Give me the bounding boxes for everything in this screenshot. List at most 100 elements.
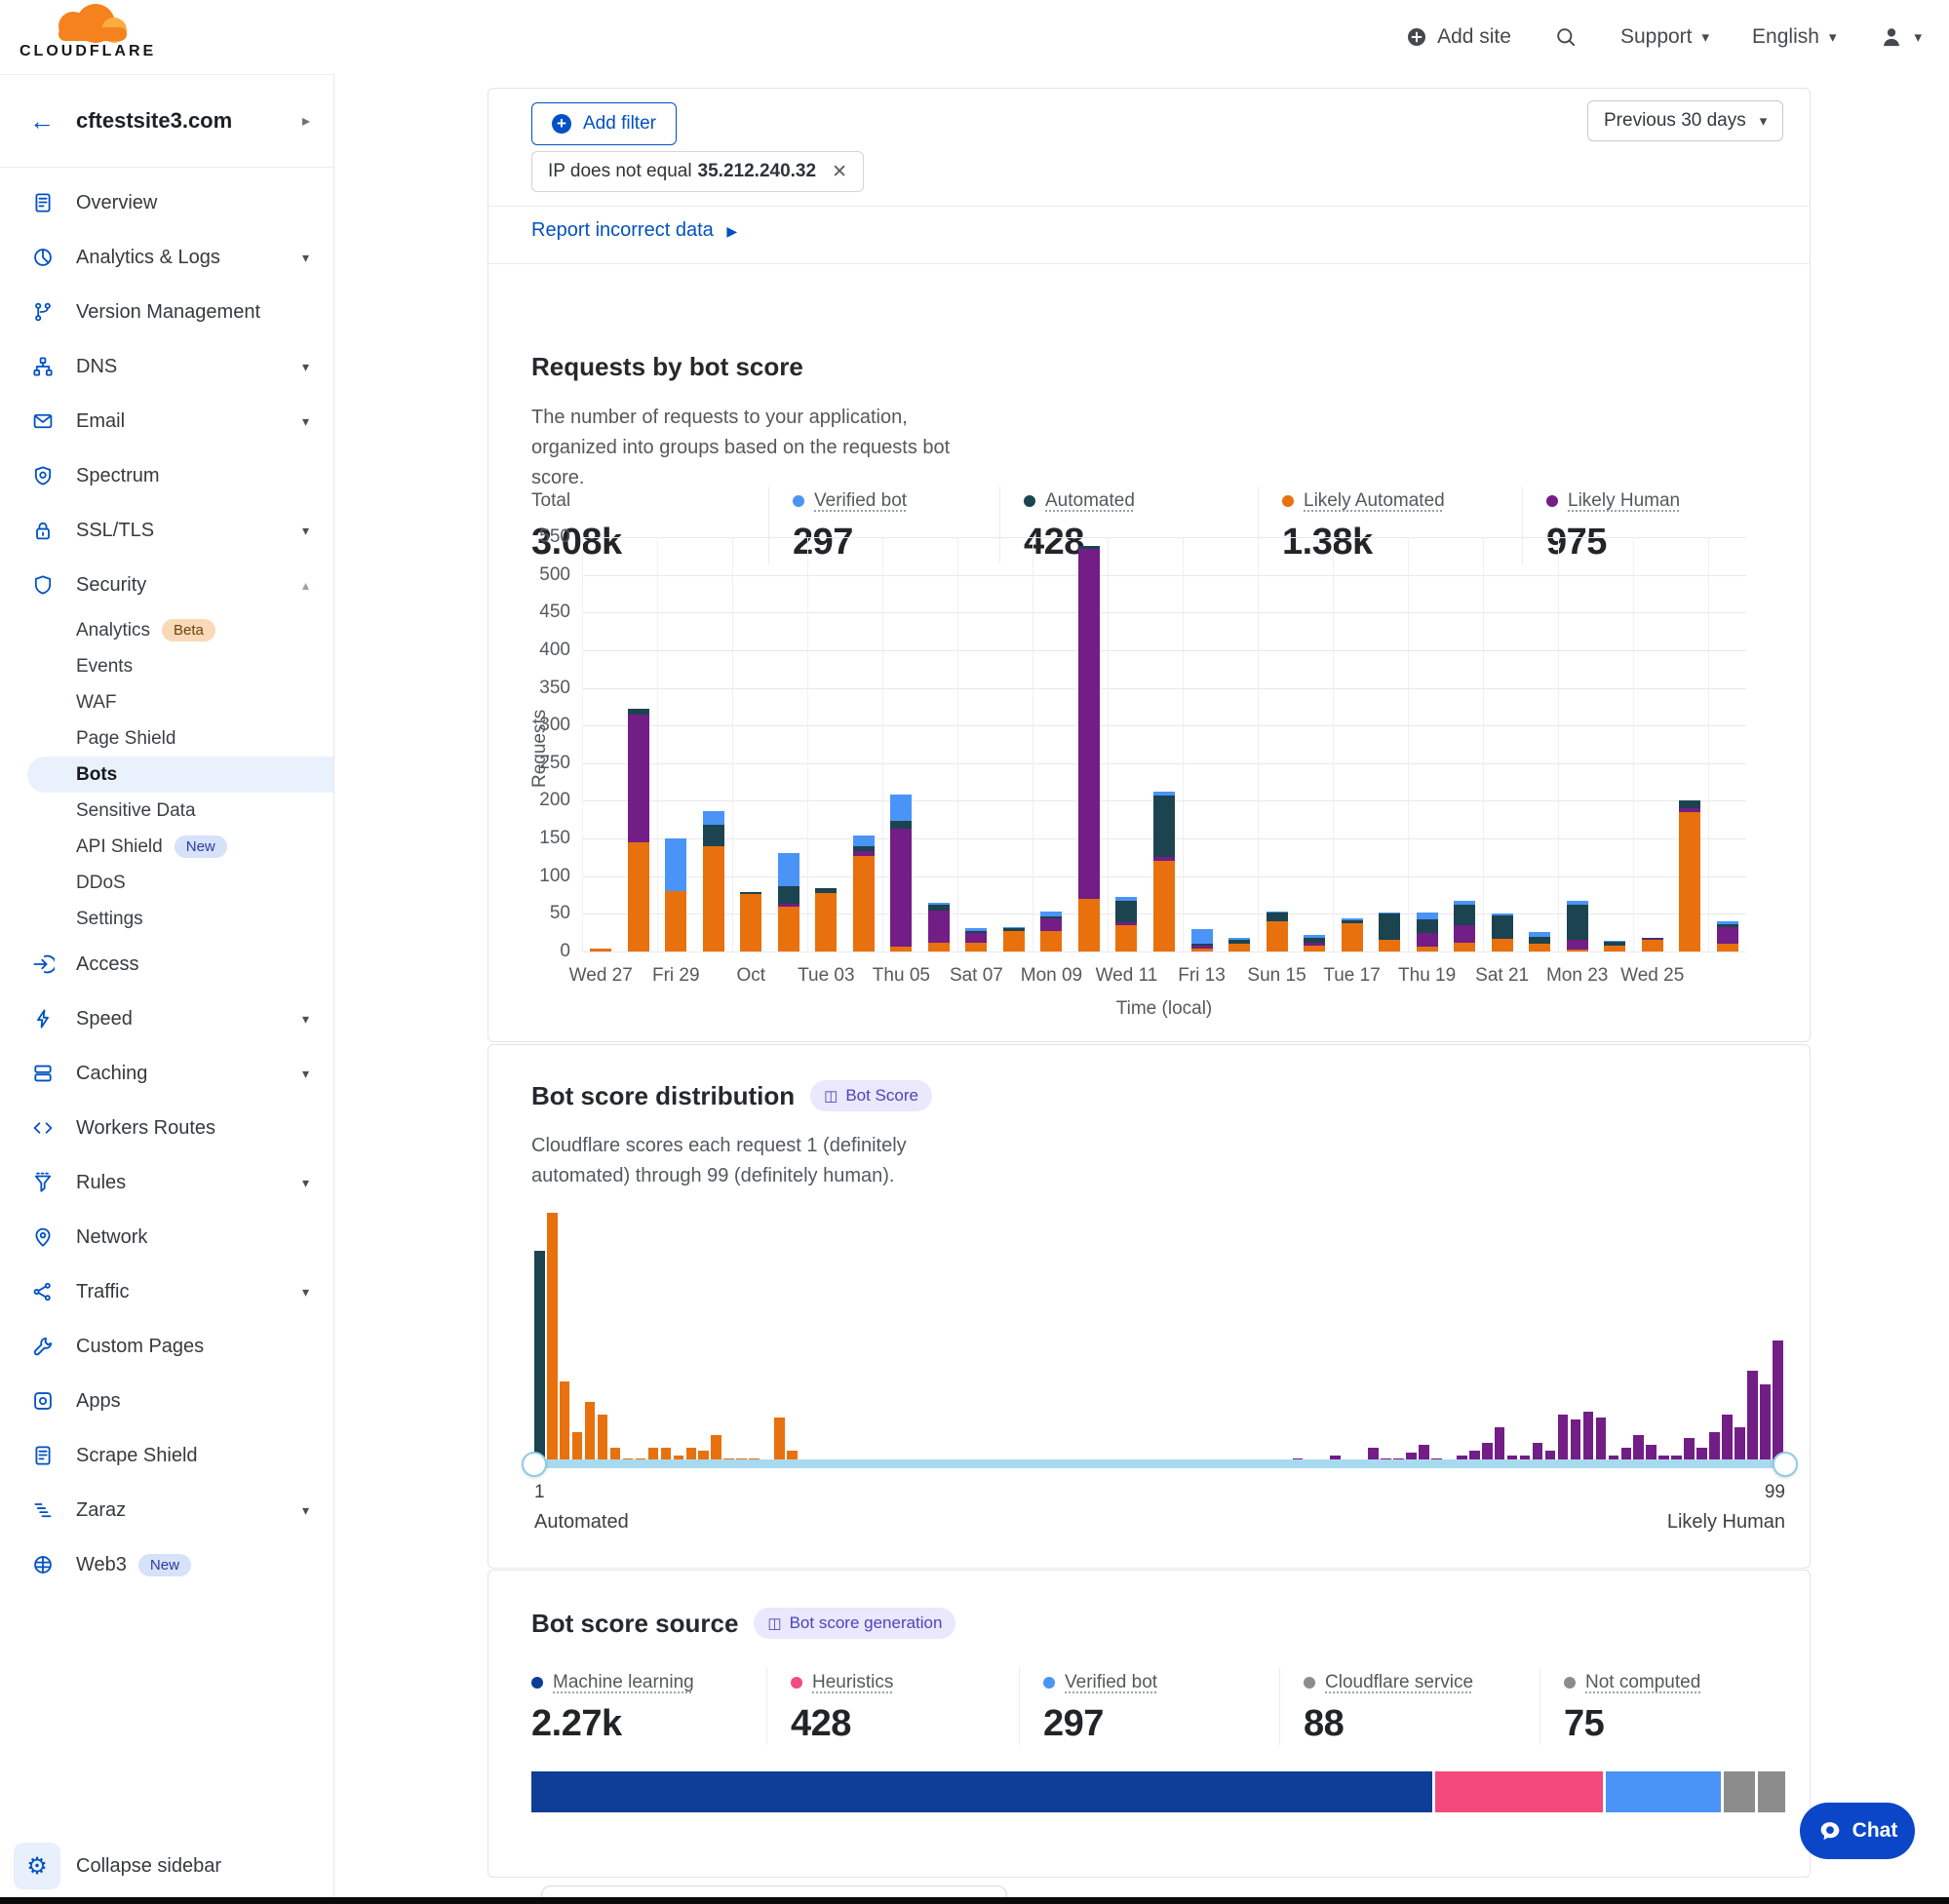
chat-label: Chat: [1852, 1819, 1898, 1843]
search-button[interactable]: [1554, 25, 1578, 49]
date-range-dropdown[interactable]: Previous 30 days ▾: [1587, 100, 1783, 141]
report-link-label: Report incorrect data: [531, 219, 714, 241]
stat-label[interactable]: Cloudflare service: [1325, 1672, 1473, 1693]
shield-icon: [31, 573, 55, 597]
account-menu[interactable]: ▾: [1879, 24, 1922, 50]
stat-label[interactable]: Verified bot: [1065, 1672, 1157, 1693]
bar-segment-likely-automated: [1153, 861, 1175, 952]
score-range-slider-track[interactable]: [534, 1459, 1785, 1468]
sidebar-subitem-page-shield[interactable]: Page Shield: [0, 720, 334, 757]
sidebar-item-speed[interactable]: Speed▾: [0, 991, 334, 1046]
bar-segment-likely-automated: [1567, 950, 1588, 952]
stat-label[interactable]: Heuristics: [812, 1672, 893, 1693]
cloudflare-logo[interactable]: CLOUDFLARE: [19, 6, 166, 68]
gear-icon[interactable]: ⚙: [14, 1843, 60, 1889]
gridline-v: [1108, 537, 1109, 952]
stat-label[interactable]: Not computed: [1585, 1672, 1700, 1693]
y-axis-title: Requests: [529, 700, 551, 788]
slider-handle-min[interactable]: [522, 1452, 547, 1477]
sidebar-subitem-analytics[interactable]: AnalyticsBeta: [0, 612, 334, 648]
sidebar-item-workers-routes[interactable]: Workers Routes: [0, 1101, 334, 1155]
back-arrow-icon[interactable]: ←: [29, 106, 55, 136]
chevron-down-icon[interactable]: ▾: [302, 1502, 309, 1519]
sidebar-item-security[interactable]: Security ▴: [0, 558, 334, 612]
chevron-down-icon[interactable]: ▾: [302, 1175, 309, 1191]
sidebar-item-network[interactable]: Network: [0, 1210, 334, 1264]
bar-segment-likely-automated: [1642, 940, 1663, 952]
sidebar-item-traffic[interactable]: Traffic▾: [0, 1264, 334, 1319]
chart-bar: [1228, 938, 1250, 952]
network-tree-icon: [31, 355, 55, 378]
report-incorrect-data-link[interactable]: Report incorrect data ▶: [531, 219, 737, 242]
sidebar-item-spectrum[interactable]: Spectrum: [0, 448, 334, 503]
y-tick-label: 450: [508, 602, 570, 623]
chevron-down-icon[interactable]: ▾: [302, 523, 309, 539]
legend-dot-icon: [793, 495, 804, 507]
y-tick-label: 250: [508, 753, 570, 774]
stat-label-row: Cloudflare service: [1304, 1672, 1540, 1693]
sidebar-item-analytics-logs[interactable]: Analytics & Logs▾: [0, 230, 334, 285]
chevron-down-icon[interactable]: ▾: [302, 1011, 309, 1028]
close-icon[interactable]: ✕: [832, 161, 847, 183]
sidebar-item-scrape-shield[interactable]: Scrape Shield: [0, 1428, 334, 1483]
sidebar-item-overview[interactable]: Overview: [0, 175, 334, 230]
code-brackets-icon: [31, 1116, 55, 1140]
slider-handle-max[interactable]: [1773, 1452, 1798, 1477]
sidebar-item-zaraz[interactable]: Zaraz▾: [0, 1483, 334, 1537]
chat-button[interactable]: Chat: [1800, 1803, 1915, 1859]
bar-segment-automated: [890, 821, 912, 829]
stat-label[interactable]: Verified bot: [814, 490, 907, 512]
sidebar-item-apps[interactable]: Apps: [0, 1374, 334, 1428]
sidebar-subitem-api-shield[interactable]: API ShieldNew: [0, 829, 334, 865]
chevron-down-icon[interactable]: ▾: [302, 1066, 309, 1082]
sidebar-subitem-sensitive-data[interactable]: Sensitive Data: [0, 793, 334, 829]
sidebar-subitem-events[interactable]: Events: [0, 648, 334, 684]
collapse-sidebar-button[interactable]: ⚙ Collapse sidebar: [0, 1836, 334, 1896]
add-filter-button[interactable]: + Add filter: [531, 102, 677, 145]
sidebar-item-label: Overview: [76, 192, 157, 214]
bot-score-badge[interactable]: ◫Bot Score: [810, 1080, 932, 1111]
stat-label[interactable]: Automated: [1045, 490, 1135, 512]
sidebar-subitem-settings[interactable]: Settings: [0, 901, 334, 937]
active-pill: [27, 757, 334, 793]
y-tick-label: 300: [508, 715, 570, 736]
stat-heuristics: Heuristics428: [766, 1668, 1019, 1745]
sidebar-item-ssl-tls[interactable]: SSL/TLS▾: [0, 503, 334, 558]
sidebar-item-web3[interactable]: Web3New: [0, 1537, 334, 1592]
filter-chip[interactable]: IP does not equal 35.212.240.32 ✕: [531, 151, 864, 192]
support-menu[interactable]: Support ▾: [1620, 25, 1709, 49]
sidebar-subitem-ddos[interactable]: DDoS: [0, 865, 334, 901]
chart-bar: [928, 903, 950, 952]
y-tick-label: 150: [508, 828, 570, 849]
stat-label[interactable]: Likely Human: [1568, 490, 1680, 512]
add-site-button[interactable]: Add site: [1406, 25, 1511, 49]
chevron-up-icon[interactable]: ▴: [302, 577, 309, 594]
sidebar-item-caching[interactable]: Caching▾: [0, 1046, 334, 1101]
sidebar-item-access[interactable]: Access: [0, 937, 334, 991]
sidebar-item-custom-pages[interactable]: Custom Pages: [0, 1319, 334, 1374]
stat-label[interactable]: Likely Automated: [1304, 490, 1445, 512]
sidebar-subitem-bots[interactable]: Bots: [0, 757, 334, 793]
sidebar-item-label: Security: [76, 574, 146, 597]
source-segment-heuristics: [1432, 1771, 1602, 1812]
sidebar-item-version-management[interactable]: Version Management: [0, 285, 334, 339]
bar-segment-likely-human: [1078, 549, 1100, 899]
language-menu[interactable]: English ▾: [1752, 25, 1836, 49]
sidebar-item-dns[interactable]: DNS▾: [0, 339, 334, 394]
chevron-down-icon[interactable]: ▾: [302, 359, 309, 375]
stat-label[interactable]: Machine learning: [553, 1672, 694, 1693]
sidebar-item-email[interactable]: Email▾: [0, 394, 334, 448]
bar-segment-likely-automated: [1191, 949, 1213, 952]
bar-segment-likely-automated: [628, 842, 649, 952]
stat-label-row: Likely Human: [1546, 490, 1811, 512]
source-badge-label: Bot score generation: [790, 1613, 943, 1633]
bot-score-generation-badge[interactable]: ◫Bot score generation: [754, 1608, 955, 1639]
chevron-down-icon[interactable]: ▾: [302, 1284, 309, 1301]
sidebar-subitem-waf[interactable]: WAF: [0, 684, 334, 720]
sidebar-item-rules[interactable]: Rules▾: [0, 1155, 334, 1210]
chevron-down-icon[interactable]: ▾: [302, 250, 309, 266]
section-title: Bot score distribution◫Bot Score: [531, 1080, 932, 1111]
chevron-down-icon[interactable]: ▾: [302, 413, 309, 430]
legend-dot-icon: [1024, 495, 1035, 507]
site-switcher[interactable]: ← cftestsite3.com ▸: [0, 74, 333, 168]
